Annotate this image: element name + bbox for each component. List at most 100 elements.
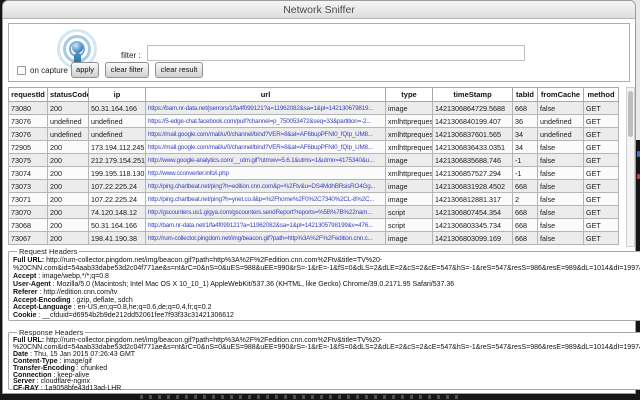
cell-statuscode: undefined xyxy=(47,127,89,141)
cell-statuscode: 200 xyxy=(47,192,89,206)
column-header-requestid[interactable]: requestId xyxy=(8,87,48,102)
cell-fromcache: undefined xyxy=(537,114,584,128)
apply-button[interactable]: apply xyxy=(71,62,99,78)
cell-timestamp: 1421306835688.746 xyxy=(432,153,513,167)
header-entry: CF-RAY : 1a9058bfe43d13ad-LHR xyxy=(13,385,122,393)
cell-url-link[interactable]: http://bam.nr-data.net/1/fa4f099121?a=11… xyxy=(145,218,386,232)
on-capture-label: on capture xyxy=(30,66,68,75)
scrollbar-thumb[interactable] xyxy=(628,91,633,137)
cell-timestamp: 1421306857527.294 xyxy=(432,166,513,180)
table-row[interactable]: 73076 undefined undefined https://5-edge… xyxy=(8,114,619,128)
filter-label: filter : xyxy=(121,51,141,60)
cell-tabid: 668 xyxy=(512,205,538,219)
column-header-tabid[interactable]: tabId xyxy=(512,87,538,102)
cell-ip: 107.22.225.24 xyxy=(88,192,146,206)
app-window: Network Sniffer filter : on capture appl… xyxy=(2,0,640,394)
cell-tabid: -1 xyxy=(512,166,538,180)
column-header-url[interactable]: url xyxy=(145,87,386,102)
filter-panel: filter : on capture apply clear filter c… xyxy=(8,23,630,82)
titlebar: Network Sniffer xyxy=(3,1,635,19)
cell-tabid: 668 xyxy=(512,218,538,232)
column-header-statuscode[interactable]: statusCode xyxy=(47,87,89,102)
window-title: Network Sniffer xyxy=(283,4,355,16)
cell-fromcache: false xyxy=(537,192,584,206)
cell-type: image xyxy=(385,101,433,115)
header-entry: Accept-Language : en-US,en;q=0.8,he;q=0.… xyxy=(13,304,212,312)
cell-url-link[interactable]: https://5-edge-chat.facebook.com/pull?ch… xyxy=(145,114,386,128)
cell-type: image xyxy=(385,153,433,167)
requests-table-body: 73080 200 50.31.164.166 https://bam.nr-d… xyxy=(8,101,619,245)
column-header-method[interactable]: method xyxy=(583,87,619,102)
cell-url-link[interactable]: https://mail.google.com/mail/u/0/channel… xyxy=(145,140,386,154)
table-row[interactable]: 73080 200 50.31.164.166 https://bam.nr-d… xyxy=(8,101,619,115)
column-header-ip[interactable]: ip xyxy=(88,87,146,102)
cell-url-link[interactable]: http://gscounters.us1.gigya.com/gscounte… xyxy=(145,205,386,219)
cell-fromcache: false xyxy=(537,101,584,115)
cell-url-link[interactable]: http://ping.chartbeat.net/ping?h=ynet.co… xyxy=(145,192,386,206)
table-row[interactable]: 73075 200 212.179.154.251 http://www.goo… xyxy=(8,153,619,167)
request-headers-list: Accept : image/webp,*/*;q=0.8 User-Agent … xyxy=(13,273,640,320)
cell-type: script xyxy=(385,205,433,219)
cell-tabid: 34 xyxy=(512,140,538,154)
column-header-fromcache[interactable]: fromCache xyxy=(537,87,584,102)
cell-method: GET xyxy=(583,140,619,154)
cell-tabid: 668 xyxy=(512,101,538,115)
table-scrollbar[interactable] xyxy=(626,87,635,247)
cell-requestid: 73074 xyxy=(8,166,48,180)
cell-timestamp: 1421306837601.565 xyxy=(432,127,513,141)
on-capture-checkbox[interactable] xyxy=(17,66,26,75)
cell-ip: 173.194.112.245 xyxy=(88,140,146,154)
cell-method: GET xyxy=(583,114,619,128)
cell-method: GET xyxy=(583,166,619,180)
cell-url-link[interactable]: http://rum-collector.pingdom.net/img/bea… xyxy=(145,231,386,245)
cell-fromcache: false xyxy=(537,140,584,154)
cell-url-link[interactable]: http://ping.chartbeat.net/ping?h=edition… xyxy=(145,179,386,193)
cell-type: xmlhttprequest xyxy=(385,166,433,180)
filter-input[interactable] xyxy=(147,45,525,61)
cell-method: GET xyxy=(583,127,619,141)
cell-fromcache: false xyxy=(537,153,584,167)
cell-type: image xyxy=(385,192,433,206)
table-row[interactable]: 73068 200 50.31.164.166 http://bam.nr-da… xyxy=(8,218,619,232)
table-row[interactable]: 72905 200 173.194.112.245 https://mail.g… xyxy=(8,140,619,154)
table-row[interactable]: 73073 200 107.22.225.24 http://ping.char… xyxy=(8,179,619,193)
cell-requestid: 73070 xyxy=(8,205,48,219)
clear-filter-button[interactable]: clear filter xyxy=(105,62,149,78)
cell-fromcache: false xyxy=(537,218,584,232)
clear-result-button[interactable]: clear result xyxy=(155,62,203,78)
cell-statuscode: 200 xyxy=(47,166,89,180)
cell-statuscode: undefined xyxy=(47,114,89,128)
cell-requestid: 73076 xyxy=(8,114,48,128)
table-row[interactable]: 73071 200 107.22.225.24 http://ping.char… xyxy=(8,192,619,206)
cell-statuscode: 200 xyxy=(47,153,89,167)
cell-statuscode: 200 xyxy=(47,218,89,232)
table-header-row: requestId statusCode ip url type timeSta… xyxy=(8,87,619,102)
cell-url-link[interactable]: https://bam.nr-data.net/jserrors/1/fa4f0… xyxy=(145,101,386,115)
cell-ip: 212.179.154.251 xyxy=(88,153,146,167)
table-row[interactable]: 73070 200 74.120.148.12 http://gscounter… xyxy=(8,205,619,219)
cell-type: image xyxy=(385,179,433,193)
column-header-timestamp[interactable]: timeStamp xyxy=(432,87,513,102)
cell-timestamp: 1421306812881.317 xyxy=(432,192,513,206)
cell-ip: undefined xyxy=(88,114,146,128)
table-row[interactable]: 73067 200 198.41.190.38 http://rum-colle… xyxy=(8,231,619,245)
cell-tabid: 668 xyxy=(512,179,538,193)
cell-requestid: 73075 xyxy=(8,153,48,167)
table-row[interactable]: 73076 undefined undefined https://mail.g… xyxy=(8,127,619,141)
cell-url-link[interactable]: https://mail.google.com/mail/u/0/channel… xyxy=(145,127,386,141)
cell-requestid: 73067 xyxy=(8,231,48,245)
table-row[interactable]: 73074 200 199.195.118.130 http://www.cco… xyxy=(8,166,619,180)
cell-requestid: 72905 xyxy=(8,140,48,154)
response-headers-list: Date : Thu, 15 Jan 2015 07:26:43 GMT Cont… xyxy=(13,351,640,393)
cell-url-link[interactable]: http://www.cconverter.info/i.php xyxy=(145,166,386,180)
cell-method: GET xyxy=(583,205,619,219)
cell-requestid: 73076 xyxy=(8,127,48,141)
cell-method: GET xyxy=(583,218,619,232)
cell-ip: 107.22.225.24 xyxy=(88,179,146,193)
column-header-type[interactable]: type xyxy=(385,87,433,102)
cell-tabid: 34 xyxy=(512,127,538,141)
cell-type: script xyxy=(385,218,433,232)
cell-url-link[interactable]: http://www.google-analytics.com/__utm.gi… xyxy=(145,153,386,167)
requests-table: requestId statusCode ip url type timeSta… xyxy=(8,87,619,245)
cell-tabid: 668 xyxy=(512,231,538,245)
